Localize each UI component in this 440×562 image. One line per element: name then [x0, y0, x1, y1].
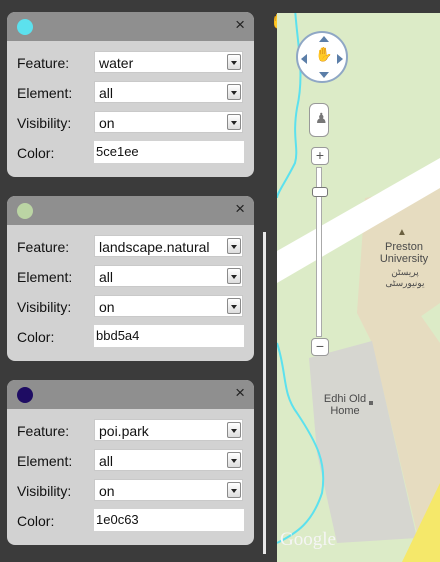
visibility-label: Visibility: [17, 115, 72, 131]
color-swatch [17, 19, 33, 35]
visibility-value: on [99, 299, 115, 315]
dropdown-arrow-icon[interactable] [227, 268, 241, 284]
feature-select[interactable]: landscape.natural [94, 235, 243, 257]
element-label: Element: [17, 269, 73, 285]
pan-right-icon[interactable] [337, 54, 343, 64]
panel-header: × [7, 12, 254, 41]
element-select[interactable]: all [94, 449, 243, 471]
feature-select[interactable]: poi.park [94, 419, 243, 441]
panel-header: × [7, 380, 254, 409]
feature-value: poi.park [99, 423, 149, 439]
color-input[interactable]: 5ce1ee [94, 141, 244, 163]
style-panel-landscape: × Feature: landscape.natural Element: al… [7, 196, 254, 361]
zoom-out-button[interactable]: − [311, 338, 329, 356]
zoom-control: + − [311, 147, 329, 359]
color-label: Color: [17, 513, 55, 529]
color-value: 1e0c63 [96, 512, 139, 527]
visibility-label: Visibility: [17, 299, 72, 315]
map-canvas[interactable]: ✋ ♟ + − ▲ Preston University پریسٹن یونی… [277, 13, 440, 562]
feature-value: water [99, 55, 134, 71]
color-value: bbd5a4 [96, 328, 140, 343]
point-icon [369, 401, 373, 405]
color-input[interactable]: bbd5a4 [94, 325, 244, 347]
color-input[interactable]: 1e0c63 [94, 509, 244, 531]
pan-down-icon[interactable] [319, 72, 329, 78]
panel-header: × [7, 196, 254, 225]
school-icon: ▲ [397, 227, 407, 238]
visibility-select[interactable]: on [94, 295, 243, 317]
close-icon[interactable]: × [235, 199, 245, 219]
style-panel-water: × Feature: water Element: all Visibility… [7, 12, 254, 177]
element-select[interactable]: all [94, 81, 243, 103]
color-label: Color: [17, 145, 55, 161]
close-icon[interactable]: × [235, 383, 245, 403]
google-logo: Google [280, 529, 336, 550]
zoom-in-button[interactable]: + [311, 147, 329, 165]
dropdown-arrow-icon[interactable] [227, 54, 241, 70]
element-select[interactable]: all [94, 265, 243, 287]
dropdown-arrow-icon[interactable] [227, 238, 241, 254]
feature-select[interactable]: water [94, 51, 243, 73]
element-value: all [99, 453, 114, 469]
pan-control[interactable]: ✋ [296, 31, 348, 83]
pan-left-icon[interactable] [301, 54, 307, 64]
pan-up-icon[interactable] [319, 36, 329, 42]
color-label: Color: [17, 329, 55, 345]
feature-label: Feature: [17, 239, 70, 255]
visibility-label: Visibility: [17, 483, 72, 499]
feature-label: Feature: [17, 55, 70, 71]
university-label: Preston University [379, 241, 429, 265]
dropdown-arrow-icon[interactable] [227, 482, 241, 498]
close-icon[interactable]: × [235, 15, 245, 35]
scroll-divider[interactable] [263, 232, 266, 554]
pegman-control[interactable]: ♟ [309, 103, 329, 137]
color-swatch [17, 203, 33, 219]
element-value: all [99, 85, 114, 101]
color-value: 5ce1ee [96, 144, 139, 159]
element-label: Element: [17, 85, 73, 101]
visibility-select[interactable]: on [94, 111, 243, 133]
dropdown-arrow-icon[interactable] [227, 298, 241, 314]
pan-hand-icon: ✋ [315, 46, 333, 62]
zoom-slider-thumb[interactable] [312, 187, 328, 197]
visibility-select[interactable]: on [94, 479, 243, 501]
dropdown-arrow-icon[interactable] [227, 452, 241, 468]
feature-value: landscape.natural [99, 239, 210, 255]
pegman-icon: ♟ [315, 110, 328, 126]
visibility-value: on [99, 483, 115, 499]
dropdown-arrow-icon[interactable] [227, 84, 241, 100]
water-stream [277, 13, 302, 199]
color-swatch [17, 387, 33, 403]
dropdown-arrow-icon[interactable] [227, 422, 241, 438]
style-panel-park: × Feature: poi.park Element: all Visibil… [7, 380, 254, 545]
university-local-label: پریسٹن یونیورسٹی [385, 267, 425, 288]
dropdown-arrow-icon[interactable] [227, 114, 241, 130]
feature-label: Feature: [17, 423, 70, 439]
home-label: Edhi Old Home [323, 393, 367, 417]
visibility-value: on [99, 115, 115, 131]
element-label: Element: [17, 453, 73, 469]
element-value: all [99, 269, 114, 285]
